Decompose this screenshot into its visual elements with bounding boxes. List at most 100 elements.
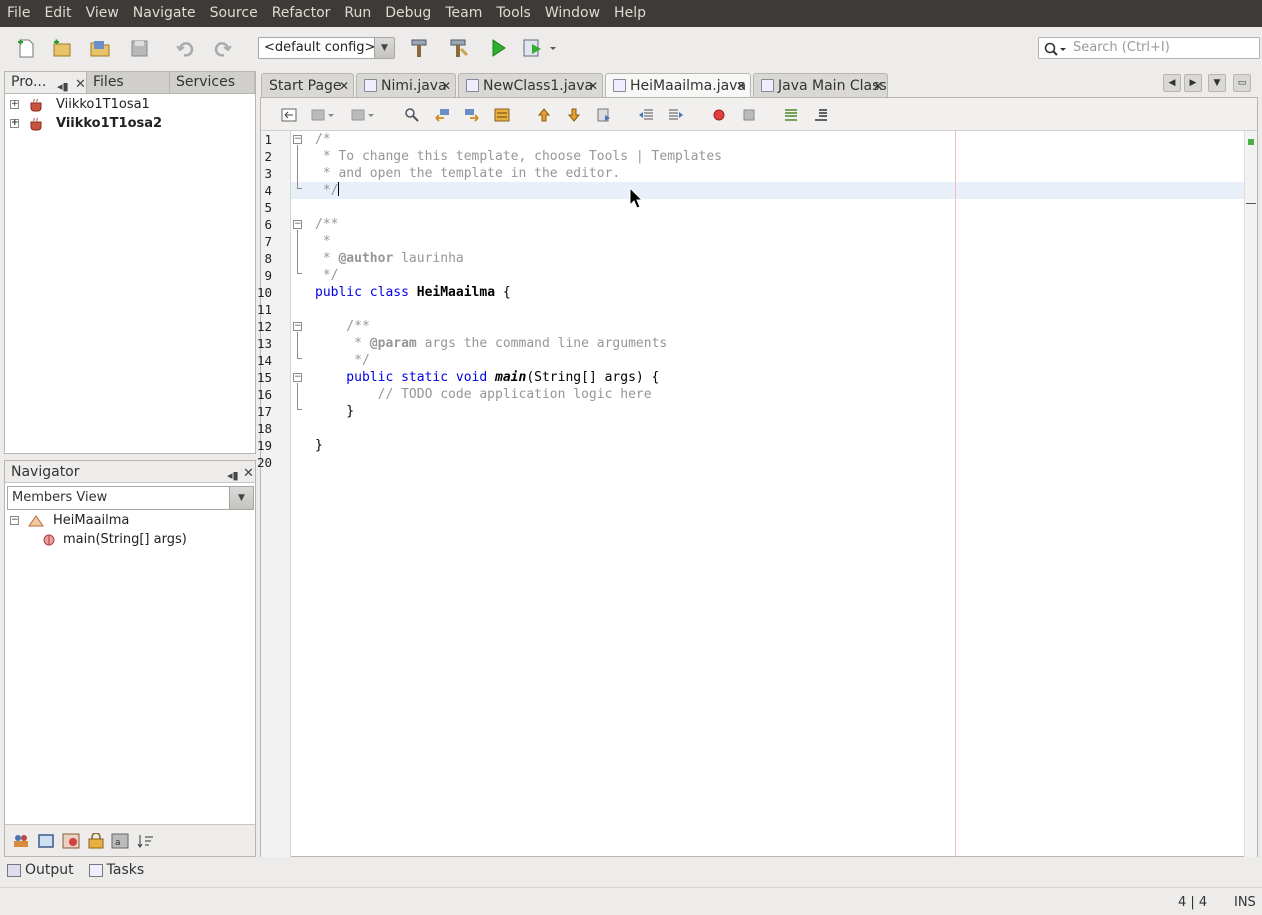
fold-collapse-icon[interactable]: − [293,322,302,331]
tab-start-page[interactable]: Start Page ✕ [261,73,354,97]
fold-collapse-icon[interactable]: − [293,135,302,144]
find-previous-icon[interactable] [434,107,450,123]
toggle-highlight-icon[interactable] [494,107,510,123]
back-icon[interactable] [311,107,335,123]
tab-projects[interactable]: Pro... ◂▮ ✕ [5,72,87,93]
close-icon[interactable]: ✕ [339,74,349,98]
collapse-icon[interactable]: − [10,516,19,525]
tab-java-main-class[interactable]: Java Main Class ✕ [753,73,888,97]
non-public-filter-icon[interactable] [87,833,105,849]
redo-button[interactable] [211,36,235,60]
open-project-button[interactable] [88,36,112,60]
navigator-header: Navigator ◂▮ ✕ [5,461,255,483]
members-view-select[interactable]: Members View ▼ [7,486,254,510]
previous-bookmark-icon[interactable] [536,107,552,123]
menu-run[interactable]: Run [337,0,378,27]
config-select[interactable]: <default config> ▼ [258,37,395,59]
code-area[interactable]: /* * To change this template, choose Too… [291,131,1245,857]
build-button[interactable] [407,36,431,60]
search-input[interactable]: Search (Ctrl+I) [1038,37,1260,59]
tasks-button[interactable]: Tasks [88,862,144,878]
expand-icon[interactable]: + [10,100,19,109]
toggle-bookmark-icon[interactable] [596,107,612,123]
tab-services-label: Services [176,74,236,90]
tab-files[interactable]: Files [87,72,170,93]
menu-help[interactable]: Help [607,0,653,27]
scroll-tabs-left-icon[interactable]: ◀ [1163,74,1181,92]
fields-filter-icon[interactable] [37,833,55,849]
maximize-window-icon[interactable]: ▭ [1233,74,1251,92]
tab-services[interactable]: Services [170,72,255,93]
tab-heimaailma-java[interactable]: HeiMaailma.java ✕ [605,73,751,98]
menu-view[interactable]: View [79,0,126,27]
code-line: } [315,438,323,453]
close-icon[interactable]: ✕ [588,74,598,98]
comment-icon[interactable] [783,107,799,123]
scroll-tabs-right-icon[interactable]: ▶ [1184,74,1202,92]
close-icon[interactable]: ✕ [75,74,86,95]
new-project-button[interactable] [50,36,74,60]
project-node[interactable]: + Viikko1T1osa1 [5,95,150,114]
menu-navigate[interactable]: Navigate [126,0,203,27]
find-next-icon[interactable] [464,107,480,123]
sort-alpha-icon[interactable]: a [111,833,129,849]
code-line: * [315,234,331,249]
current-line-highlight [291,182,1245,199]
line-number: 12 [256,319,272,334]
main-toolbar: <default config> ▼ Search (Ctrl+I) [0,27,1262,69]
expand-icon[interactable]: + [10,119,19,128]
code-line: */ [315,353,370,368]
error-stripe[interactable] [1244,131,1257,857]
code-line: * @author laurinha [315,251,464,266]
undo-button[interactable] [173,36,197,60]
fold-collapse-icon[interactable]: − [293,373,302,382]
forward-icon[interactable] [351,107,375,123]
static-filter-icon[interactable] [62,833,80,849]
menu-tools[interactable]: Tools [489,0,538,27]
run-button[interactable] [486,36,510,60]
line-number: 1 [264,132,272,147]
find-icon[interactable] [404,107,420,123]
sort-source-icon[interactable] [137,833,155,849]
code-token: @param [369,336,417,351]
menu-team[interactable]: Team [438,0,489,27]
uncomment-icon[interactable] [813,107,829,123]
tab-nimi-java[interactable]: Nimi.java ✕ [356,73,456,97]
menu-file[interactable]: File [0,0,37,27]
inherited-members-icon[interactable] [12,833,30,849]
code-token: */ [315,183,339,198]
tab-newclass1-java[interactable]: NewClass1.java ✕ [458,73,603,97]
menu-source[interactable]: Source [203,0,265,27]
search-icon [1044,42,1066,56]
line-number: 4 [264,183,272,198]
class-icon [28,514,44,526]
project-node[interactable]: + Viikko1T1osa2 [5,114,162,133]
new-file-button[interactable] [14,36,38,60]
menu-debug[interactable]: Debug [378,0,438,27]
shift-right-icon[interactable] [668,107,684,123]
close-icon[interactable]: ✕ [441,74,451,98]
menu-window[interactable]: Window [538,0,607,27]
close-icon[interactable]: ✕ [873,74,883,98]
clean-build-button[interactable] [446,36,470,60]
minimize-icon[interactable]: ◂▮ [227,465,239,487]
last-edit-icon[interactable] [281,107,297,123]
fold-line [297,383,302,410]
shift-left-icon[interactable] [638,107,654,123]
start-macro-recording-icon[interactable] [711,107,727,123]
menu-edit[interactable]: Edit [37,0,78,27]
menu-refactor[interactable]: Refactor [265,0,338,27]
navigator-class-node[interactable]: − HeiMaailma [5,511,129,530]
output-button[interactable]: Output [7,862,74,878]
minimize-icon[interactable]: ◂▮ [57,76,69,97]
navigator-member-node[interactable]: main(String[] args) [43,530,187,549]
project-name: Viikko1T1osa2 [56,116,163,131]
close-icon[interactable]: ✕ [736,74,746,98]
line-number: 19 [256,438,272,453]
next-bookmark-icon[interactable] [566,107,582,123]
debug-button[interactable] [522,36,558,60]
save-all-button[interactable] [127,36,151,60]
fold-collapse-icon[interactable]: − [293,220,302,229]
stop-macro-recording-icon[interactable] [741,107,757,123]
show-opened-documents-icon[interactable]: ▼ [1208,74,1226,92]
